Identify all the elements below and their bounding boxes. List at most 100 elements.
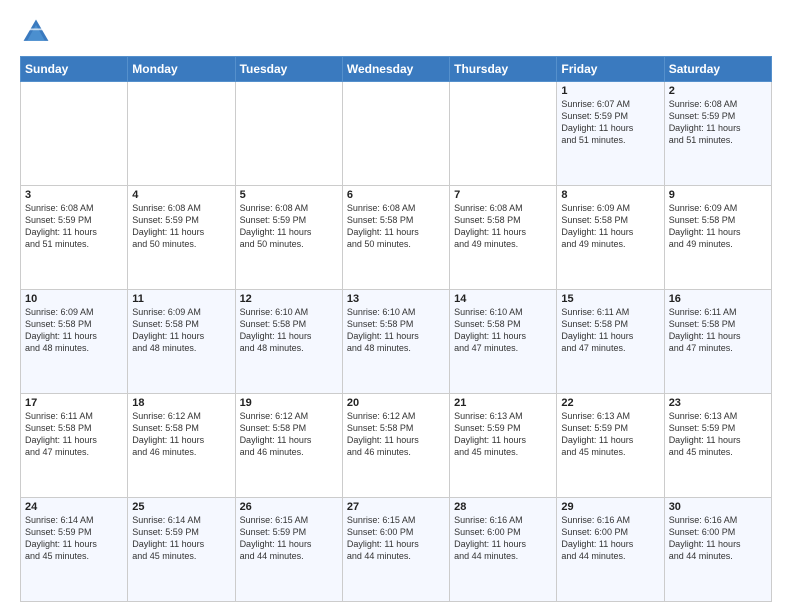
calendar-cell: 21Sunrise: 6:13 AM Sunset: 5:59 PM Dayli… bbox=[450, 394, 557, 498]
day-number: 9 bbox=[669, 189, 767, 201]
weekday-monday: Monday bbox=[128, 57, 235, 82]
day-info: Sunrise: 6:12 AM Sunset: 5:58 PM Dayligh… bbox=[132, 410, 230, 459]
day-info: Sunrise: 6:12 AM Sunset: 5:58 PM Dayligh… bbox=[347, 410, 445, 459]
day-number: 27 bbox=[347, 501, 445, 513]
day-info: Sunrise: 6:08 AM Sunset: 5:59 PM Dayligh… bbox=[240, 202, 338, 251]
header bbox=[20, 16, 772, 48]
day-info: Sunrise: 6:14 AM Sunset: 5:59 PM Dayligh… bbox=[132, 514, 230, 563]
calendar-cell: 10Sunrise: 6:09 AM Sunset: 5:58 PM Dayli… bbox=[21, 290, 128, 394]
day-info: Sunrise: 6:09 AM Sunset: 5:58 PM Dayligh… bbox=[561, 202, 659, 251]
week-row-4: 17Sunrise: 6:11 AM Sunset: 5:58 PM Dayli… bbox=[21, 394, 772, 498]
calendar-cell: 17Sunrise: 6:11 AM Sunset: 5:58 PM Dayli… bbox=[21, 394, 128, 498]
day-number: 12 bbox=[240, 293, 338, 305]
day-info: Sunrise: 6:10 AM Sunset: 5:58 PM Dayligh… bbox=[347, 306, 445, 355]
calendar-cell: 9Sunrise: 6:09 AM Sunset: 5:58 PM Daylig… bbox=[664, 186, 771, 290]
calendar-cell: 2Sunrise: 6:08 AM Sunset: 5:59 PM Daylig… bbox=[664, 82, 771, 186]
day-number: 23 bbox=[669, 397, 767, 409]
day-info: Sunrise: 6:08 AM Sunset: 5:58 PM Dayligh… bbox=[454, 202, 552, 251]
calendar-cell: 28Sunrise: 6:16 AM Sunset: 6:00 PM Dayli… bbox=[450, 498, 557, 602]
calendar-cell: 26Sunrise: 6:15 AM Sunset: 5:59 PM Dayli… bbox=[235, 498, 342, 602]
weekday-friday: Friday bbox=[557, 57, 664, 82]
calendar-cell: 24Sunrise: 6:14 AM Sunset: 5:59 PM Dayli… bbox=[21, 498, 128, 602]
day-info: Sunrise: 6:08 AM Sunset: 5:58 PM Dayligh… bbox=[347, 202, 445, 251]
day-info: Sunrise: 6:09 AM Sunset: 5:58 PM Dayligh… bbox=[25, 306, 123, 355]
weekday-tuesday: Tuesday bbox=[235, 57, 342, 82]
calendar-cell bbox=[450, 82, 557, 186]
day-info: Sunrise: 6:08 AM Sunset: 5:59 PM Dayligh… bbox=[669, 98, 767, 147]
day-info: Sunrise: 6:07 AM Sunset: 5:59 PM Dayligh… bbox=[561, 98, 659, 147]
calendar-cell: 12Sunrise: 6:10 AM Sunset: 5:58 PM Dayli… bbox=[235, 290, 342, 394]
calendar-cell: 8Sunrise: 6:09 AM Sunset: 5:58 PM Daylig… bbox=[557, 186, 664, 290]
day-info: Sunrise: 6:10 AM Sunset: 5:58 PM Dayligh… bbox=[454, 306, 552, 355]
week-row-3: 10Sunrise: 6:09 AM Sunset: 5:58 PM Dayli… bbox=[21, 290, 772, 394]
calendar-cell: 15Sunrise: 6:11 AM Sunset: 5:58 PM Dayli… bbox=[557, 290, 664, 394]
day-info: Sunrise: 6:11 AM Sunset: 5:58 PM Dayligh… bbox=[25, 410, 123, 459]
day-info: Sunrise: 6:11 AM Sunset: 5:58 PM Dayligh… bbox=[669, 306, 767, 355]
day-info: Sunrise: 6:15 AM Sunset: 5:59 PM Dayligh… bbox=[240, 514, 338, 563]
day-info: Sunrise: 6:08 AM Sunset: 5:59 PM Dayligh… bbox=[25, 202, 123, 251]
day-number: 13 bbox=[347, 293, 445, 305]
calendar-cell: 27Sunrise: 6:15 AM Sunset: 6:00 PM Dayli… bbox=[342, 498, 449, 602]
calendar-cell bbox=[128, 82, 235, 186]
day-number: 26 bbox=[240, 501, 338, 513]
calendar-cell bbox=[342, 82, 449, 186]
calendar-cell bbox=[21, 82, 128, 186]
day-number: 29 bbox=[561, 501, 659, 513]
day-number: 19 bbox=[240, 397, 338, 409]
calendar-cell: 19Sunrise: 6:12 AM Sunset: 5:58 PM Dayli… bbox=[235, 394, 342, 498]
day-number: 30 bbox=[669, 501, 767, 513]
calendar-cell: 1Sunrise: 6:07 AM Sunset: 5:59 PM Daylig… bbox=[557, 82, 664, 186]
calendar-cell: 25Sunrise: 6:14 AM Sunset: 5:59 PM Dayli… bbox=[128, 498, 235, 602]
day-number: 28 bbox=[454, 501, 552, 513]
day-info: Sunrise: 6:13 AM Sunset: 5:59 PM Dayligh… bbox=[454, 410, 552, 459]
day-info: Sunrise: 6:11 AM Sunset: 5:58 PM Dayligh… bbox=[561, 306, 659, 355]
logo-icon bbox=[20, 16, 52, 48]
weekday-saturday: Saturday bbox=[664, 57, 771, 82]
calendar-cell: 23Sunrise: 6:13 AM Sunset: 5:59 PM Dayli… bbox=[664, 394, 771, 498]
day-number: 7 bbox=[454, 189, 552, 201]
calendar-cell: 20Sunrise: 6:12 AM Sunset: 5:58 PM Dayli… bbox=[342, 394, 449, 498]
day-number: 21 bbox=[454, 397, 552, 409]
day-number: 4 bbox=[132, 189, 230, 201]
calendar-cell: 16Sunrise: 6:11 AM Sunset: 5:58 PM Dayli… bbox=[664, 290, 771, 394]
calendar-cell: 4Sunrise: 6:08 AM Sunset: 5:59 PM Daylig… bbox=[128, 186, 235, 290]
weekday-header-row: SundayMondayTuesdayWednesdayThursdayFrid… bbox=[21, 57, 772, 82]
weekday-sunday: Sunday bbox=[21, 57, 128, 82]
day-number: 1 bbox=[561, 85, 659, 97]
calendar-cell: 30Sunrise: 6:16 AM Sunset: 6:00 PM Dayli… bbox=[664, 498, 771, 602]
day-number: 24 bbox=[25, 501, 123, 513]
day-number: 6 bbox=[347, 189, 445, 201]
day-info: Sunrise: 6:12 AM Sunset: 5:58 PM Dayligh… bbox=[240, 410, 338, 459]
week-row-2: 3Sunrise: 6:08 AM Sunset: 5:59 PM Daylig… bbox=[21, 186, 772, 290]
day-info: Sunrise: 6:16 AM Sunset: 6:00 PM Dayligh… bbox=[561, 514, 659, 563]
day-info: Sunrise: 6:09 AM Sunset: 5:58 PM Dayligh… bbox=[669, 202, 767, 251]
day-number: 16 bbox=[669, 293, 767, 305]
day-info: Sunrise: 6:09 AM Sunset: 5:58 PM Dayligh… bbox=[132, 306, 230, 355]
day-info: Sunrise: 6:10 AM Sunset: 5:58 PM Dayligh… bbox=[240, 306, 338, 355]
day-number: 22 bbox=[561, 397, 659, 409]
calendar-cell: 22Sunrise: 6:13 AM Sunset: 5:59 PM Dayli… bbox=[557, 394, 664, 498]
day-number: 5 bbox=[240, 189, 338, 201]
day-number: 11 bbox=[132, 293, 230, 305]
calendar-cell: 7Sunrise: 6:08 AM Sunset: 5:58 PM Daylig… bbox=[450, 186, 557, 290]
weekday-thursday: Thursday bbox=[450, 57, 557, 82]
day-info: Sunrise: 6:16 AM Sunset: 6:00 PM Dayligh… bbox=[454, 514, 552, 563]
calendar-cell: 11Sunrise: 6:09 AM Sunset: 5:58 PM Dayli… bbox=[128, 290, 235, 394]
day-number: 14 bbox=[454, 293, 552, 305]
calendar-cell: 6Sunrise: 6:08 AM Sunset: 5:58 PM Daylig… bbox=[342, 186, 449, 290]
day-info: Sunrise: 6:13 AM Sunset: 5:59 PM Dayligh… bbox=[561, 410, 659, 459]
day-number: 25 bbox=[132, 501, 230, 513]
day-number: 2 bbox=[669, 85, 767, 97]
calendar-cell: 29Sunrise: 6:16 AM Sunset: 6:00 PM Dayli… bbox=[557, 498, 664, 602]
day-info: Sunrise: 6:13 AM Sunset: 5:59 PM Dayligh… bbox=[669, 410, 767, 459]
weekday-wednesday: Wednesday bbox=[342, 57, 449, 82]
week-row-1: 1Sunrise: 6:07 AM Sunset: 5:59 PM Daylig… bbox=[21, 82, 772, 186]
calendar-cell: 18Sunrise: 6:12 AM Sunset: 5:58 PM Dayli… bbox=[128, 394, 235, 498]
day-number: 18 bbox=[132, 397, 230, 409]
calendar-cell: 13Sunrise: 6:10 AM Sunset: 5:58 PM Dayli… bbox=[342, 290, 449, 394]
day-number: 17 bbox=[25, 397, 123, 409]
calendar-cell: 5Sunrise: 6:08 AM Sunset: 5:59 PM Daylig… bbox=[235, 186, 342, 290]
day-number: 3 bbox=[25, 189, 123, 201]
day-info: Sunrise: 6:14 AM Sunset: 5:59 PM Dayligh… bbox=[25, 514, 123, 563]
day-number: 10 bbox=[25, 293, 123, 305]
